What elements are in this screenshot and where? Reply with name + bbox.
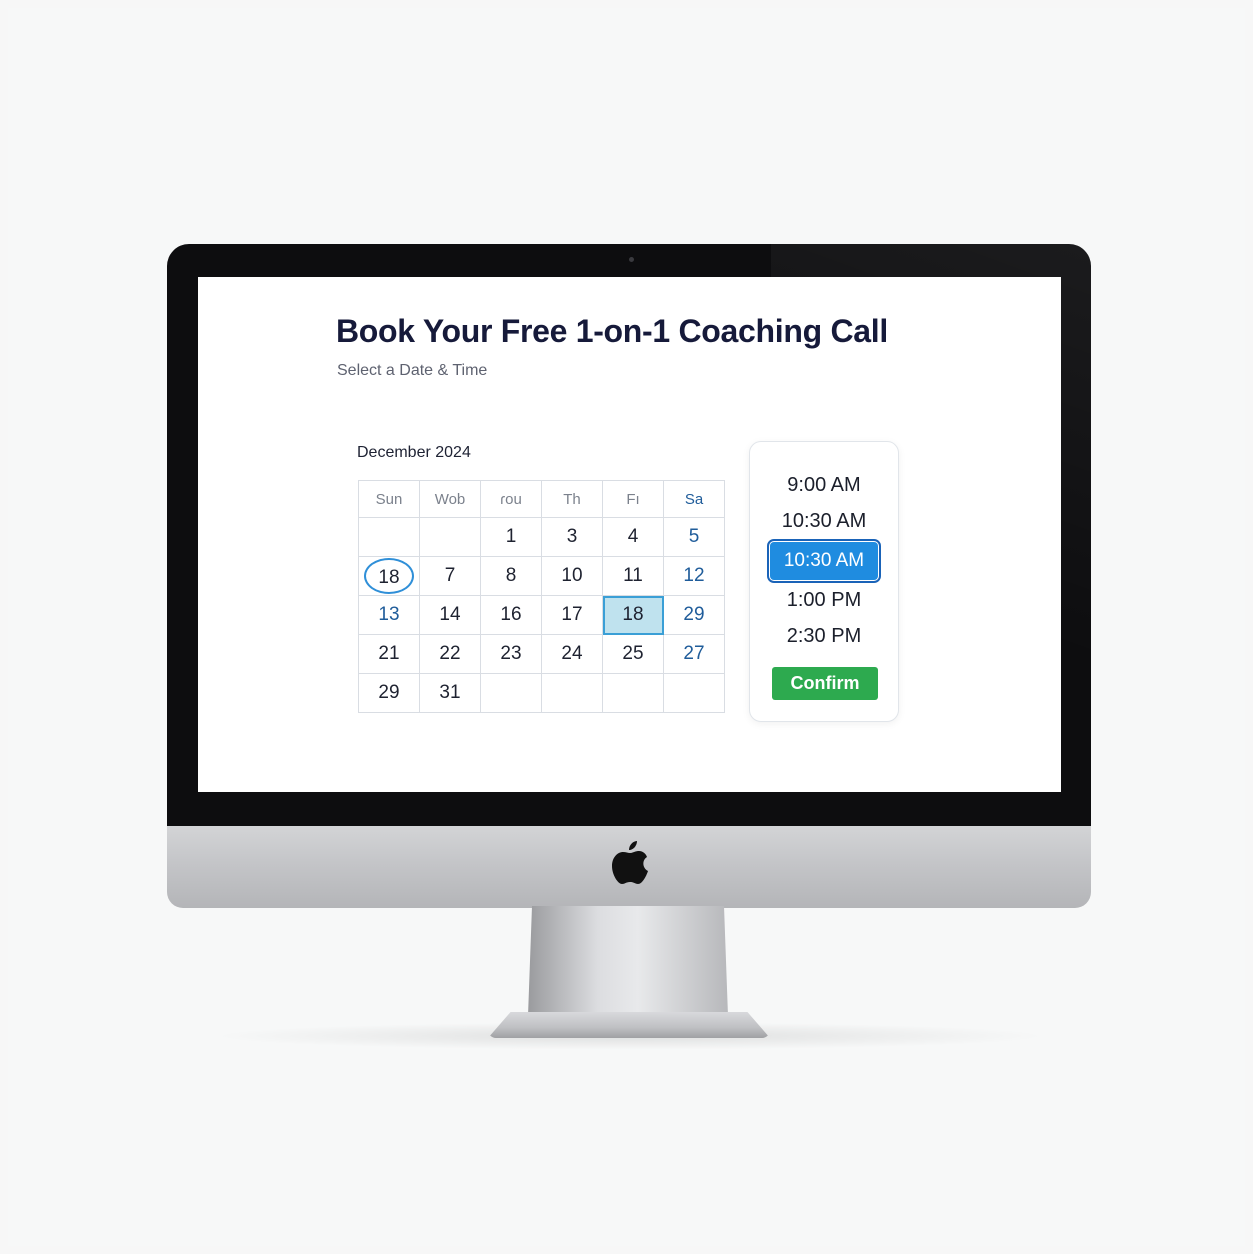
time-slot[interactable]: 1:00 PM — [750, 589, 898, 612]
time-slot-selected[interactable]: 10:30 AM — [767, 539, 881, 583]
monitor-screen: Book Your Free 1-on-1 Coaching Call Sele… — [198, 277, 1061, 792]
calendar-grid: Sun Wob ɾou Th Fı Sa 1 3 4 5 18 7 8 10 1… — [358, 480, 725, 713]
calendar-day[interactable]: 14 — [419, 595, 481, 635]
calendar-day[interactable]: 23 — [480, 634, 542, 674]
calendar-day-empty — [419, 517, 481, 557]
calendar-month-label: December 2024 — [357, 444, 471, 461]
monitor-stand-foot — [488, 1012, 770, 1038]
calendar-day[interactable]: 21 — [358, 634, 420, 674]
time-slot[interactable]: 2:30 PM — [750, 625, 898, 648]
calendar-day[interactable]: 1 — [480, 517, 542, 557]
calendar-day-selected[interactable]: 18 — [602, 595, 664, 635]
calendar-day[interactable]: 5 — [663, 517, 725, 557]
calendar-day-empty — [602, 673, 664, 713]
weekday-header: Sa — [663, 480, 725, 518]
time-slot-panel: 9:00 AM 10:30 AM 10:30 AM 1:00 PM 2:30 P… — [749, 441, 899, 722]
calendar-week-row: 18 7 8 10 11 12 — [358, 556, 725, 596]
calendar-day[interactable]: 31 — [419, 673, 481, 713]
calendar-day[interactable]: 22 — [419, 634, 481, 674]
calendar-day[interactable]: 4 — [602, 517, 664, 557]
calendar-day[interactable]: 10 — [541, 556, 603, 596]
time-slot[interactable]: 9:00 AM — [750, 474, 898, 497]
apple-logo-icon — [612, 841, 648, 884]
calendar-day[interactable]: 3 — [541, 517, 603, 557]
calendar-day-empty — [480, 673, 542, 713]
time-slot[interactable]: 10:30 AM — [750, 510, 898, 533]
calendar-day[interactable]: 12 — [663, 556, 725, 596]
calendar-day[interactable]: 16 — [480, 595, 542, 635]
calendar-day[interactable]: 25 — [602, 634, 664, 674]
calendar-day-empty — [358, 517, 420, 557]
weekday-header: Wob — [419, 480, 481, 518]
calendar-day[interactable]: 13 — [358, 595, 420, 635]
calendar-day[interactable]: 8 — [480, 556, 542, 596]
calendar-day-empty — [663, 673, 725, 713]
calendar-week-row: 21 22 23 24 25 27 — [358, 634, 725, 674]
page-subtitle: Select a Date & Time — [337, 362, 488, 379]
calendar-day[interactable]: 11 — [602, 556, 664, 596]
calendar-day[interactable]: 7 — [419, 556, 481, 596]
calendar-day-today[interactable]: 18 — [358, 556, 420, 596]
monitor-stand-neck — [528, 906, 728, 1016]
weekday-header: Fı — [602, 480, 664, 518]
calendar-day[interactable]: 17 — [541, 595, 603, 635]
calendar-week-row: 13 14 16 17 18 29 — [358, 595, 725, 635]
calendar-day-empty — [541, 673, 603, 713]
calendar-day[interactable]: 29 — [663, 595, 725, 635]
page-title: Book Your Free 1-on-1 Coaching Call — [336, 313, 888, 349]
weekday-header: Th — [541, 480, 603, 518]
weekday-header: Sun — [358, 480, 420, 518]
today-circle: 18 — [364, 558, 414, 594]
camera-icon — [629, 257, 634, 262]
calendar-week-row: 29 31 — [358, 673, 725, 713]
calendar-day[interactable]: 24 — [541, 634, 603, 674]
calendar-week-row: 1 3 4 5 — [358, 517, 725, 557]
confirm-button[interactable]: Confirm — [772, 667, 878, 700]
weekday-header: ɾou — [480, 480, 542, 518]
calendar-day[interactable]: 29 — [358, 673, 420, 713]
calendar-day[interactable]: 27 — [663, 634, 725, 674]
weekday-header-row: Sun Wob ɾou Th Fı Sa — [358, 480, 725, 518]
